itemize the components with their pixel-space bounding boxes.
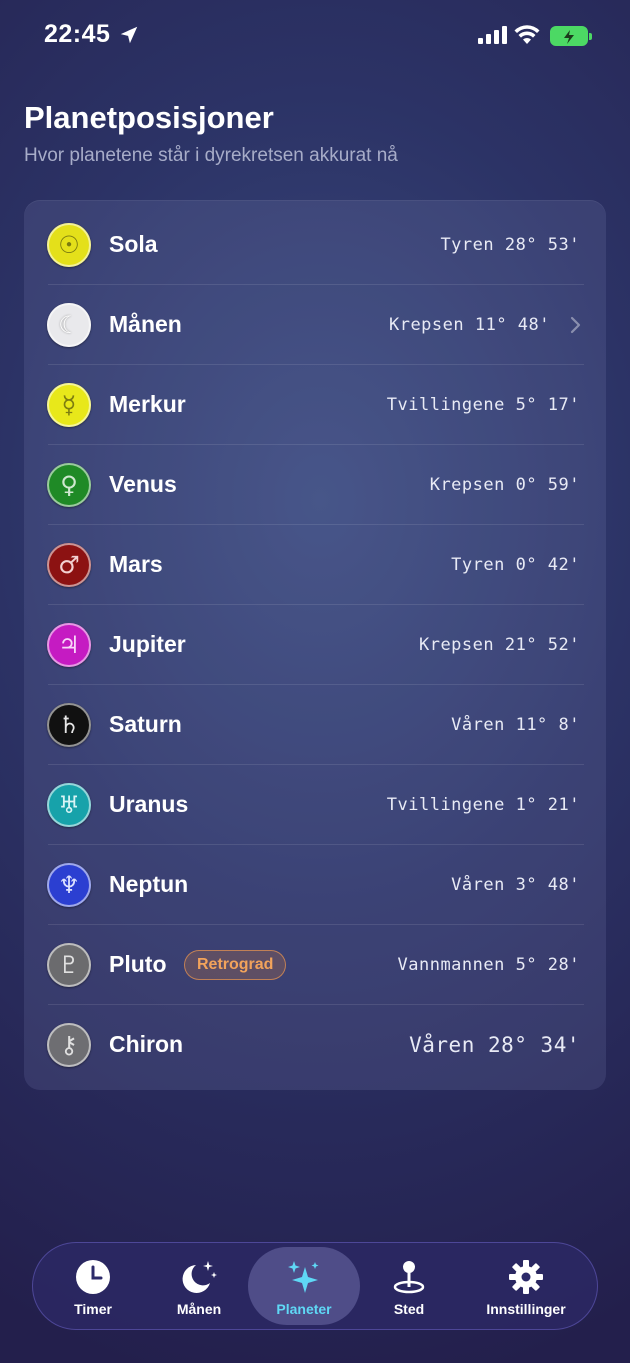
neptune-icon: ♆: [47, 863, 91, 907]
planet-row-neptun[interactable]: ♆ Neptun Våren 3° 48': [24, 845, 606, 925]
planet-position: Vannmannen 5° 28': [397, 955, 580, 975]
tab-innstillinger[interactable]: Innstillinger: [465, 1247, 587, 1325]
pluto-icon: ♇: [47, 943, 91, 987]
tab-timer[interactable]: Timer: [39, 1247, 147, 1325]
pluto-symbol: ♇: [58, 951, 80, 979]
saturn-symbol: ♄: [58, 711, 80, 739]
neptune-symbol: ♆: [58, 871, 80, 899]
planet-name: Månen: [109, 311, 182, 337]
planet-name: Mars: [109, 551, 163, 577]
tab-label: Innstillinger: [486, 1301, 566, 1317]
planet-row-venus[interactable]: ♀ Venus Krepsen 0° 59': [24, 445, 606, 525]
sparkles-icon: [288, 1261, 319, 1293]
location-arrow-icon: [120, 26, 138, 44]
saturn-icon: ♄: [47, 703, 91, 747]
page-title: Planetposisjoner: [24, 100, 274, 135]
tab-label: Månen: [176, 1301, 222, 1317]
battery-icon: [550, 26, 592, 46]
tab-sted[interactable]: Sted: [355, 1247, 463, 1325]
planet-row-mars[interactable]: ♂ Mars Tyren 0° 42': [24, 525, 606, 605]
planet-position: Våren 3° 48': [451, 875, 580, 895]
mars-icon: ♂: [47, 543, 91, 587]
chevron-right-icon[interactable]: [570, 316, 582, 334]
planet-row-sola[interactable]: ☉ Sola Tyren 28° 53': [24, 205, 606, 285]
planet-name: Uranus: [109, 791, 189, 817]
planet-row-manen[interactable]: ☾ Månen Krepsen 11° 48': [24, 285, 606, 365]
tab-planeter[interactable]: Planeter: [248, 1247, 360, 1325]
moon-stars-icon: [182, 1261, 217, 1293]
status-bar: 22:45: [0, 0, 630, 72]
planet-name: Merkur: [109, 391, 186, 417]
planet-name: Chiron: [109, 1031, 184, 1057]
planet-row-saturn[interactable]: ♄ Saturn Våren 11° 8': [24, 685, 606, 765]
planet-position: Våren 11° 8': [451, 715, 580, 735]
tab-manen[interactable]: Månen: [145, 1247, 253, 1325]
planet-name: Saturn: [109, 711, 182, 737]
planet-position: Krepsen 11° 48': [388, 315, 550, 335]
mars-symbol: ♂: [58, 551, 80, 579]
planet-position: Krepsen 0° 59': [429, 475, 580, 495]
planet-row-uranus[interactable]: ♅ Uranus Tvillingene 1° 21': [24, 765, 606, 845]
planet-position: Tvillingene 1° 21': [386, 795, 580, 815]
planet-position: Tyren 28° 53': [440, 235, 580, 255]
jupiter-icon: ♃: [47, 623, 91, 667]
planet-row-merkur[interactable]: ☿ Merkur Tvillingene 5° 17': [24, 365, 606, 445]
planet-position: Våren 28° 34': [409, 1033, 580, 1057]
moon-icon: ☾: [47, 303, 91, 347]
tab-label: Timer: [74, 1301, 112, 1317]
planet-name: Pluto: [109, 951, 167, 977]
mercury-icon: ☿: [47, 383, 91, 427]
jupiter-symbol: ♃: [58, 631, 80, 659]
planet-position: Krepsen 21° 52': [418, 635, 580, 655]
moon-symbol: ☾: [58, 311, 80, 339]
chiron-symbol: ⚷: [60, 1031, 78, 1059]
page-subtitle: Hvor planetene står i dyrekretsen akkura…: [24, 145, 398, 166]
chiron-icon: ⚷: [47, 1023, 91, 1067]
tab-bar: Timer Månen Planeter Sted Innstillinger: [32, 1242, 598, 1330]
sun-symbol: ☉: [58, 231, 80, 259]
planet-name: Neptun: [109, 871, 189, 897]
planet-list: ☉ Sola Tyren 28° 53' ☾ Månen Krepsen 11°…: [24, 200, 606, 1090]
venus-icon: ♀: [47, 463, 91, 507]
planet-position: Tyren 0° 42': [451, 555, 580, 575]
status-time: 22:45: [44, 20, 111, 48]
clock-icon: [76, 1260, 110, 1294]
planet-name: Jupiter: [109, 631, 186, 657]
wifi-icon: [514, 25, 540, 44]
planet-name: Sola: [109, 231, 158, 257]
sun-icon: ☉: [47, 223, 91, 267]
planet-position: Tvillingene 5° 17': [386, 395, 580, 415]
tab-label: Planeter: [276, 1301, 332, 1317]
venus-symbol: ♀: [60, 471, 78, 499]
gear-icon: [509, 1260, 543, 1294]
retrograde-badge: Retrograd: [184, 950, 287, 980]
tab-label: Sted: [393, 1301, 425, 1317]
map-pin-icon: [393, 1261, 425, 1294]
mercury-symbol: ☿: [61, 391, 77, 419]
uranus-icon: ♅: [47, 783, 91, 827]
planet-row-pluto[interactable]: ♇ Pluto Retrograd Vannmannen 5° 28': [24, 925, 606, 1005]
uranus-symbol: ♅: [58, 791, 80, 819]
planet-row-jupiter[interactable]: ♃ Jupiter Krepsen 21° 52': [24, 605, 606, 685]
planet-row-chiron[interactable]: ⚷ Chiron Våren 28° 34': [24, 1005, 606, 1085]
cellular-signal-icon: [478, 26, 507, 44]
planet-name: Venus: [109, 471, 177, 497]
